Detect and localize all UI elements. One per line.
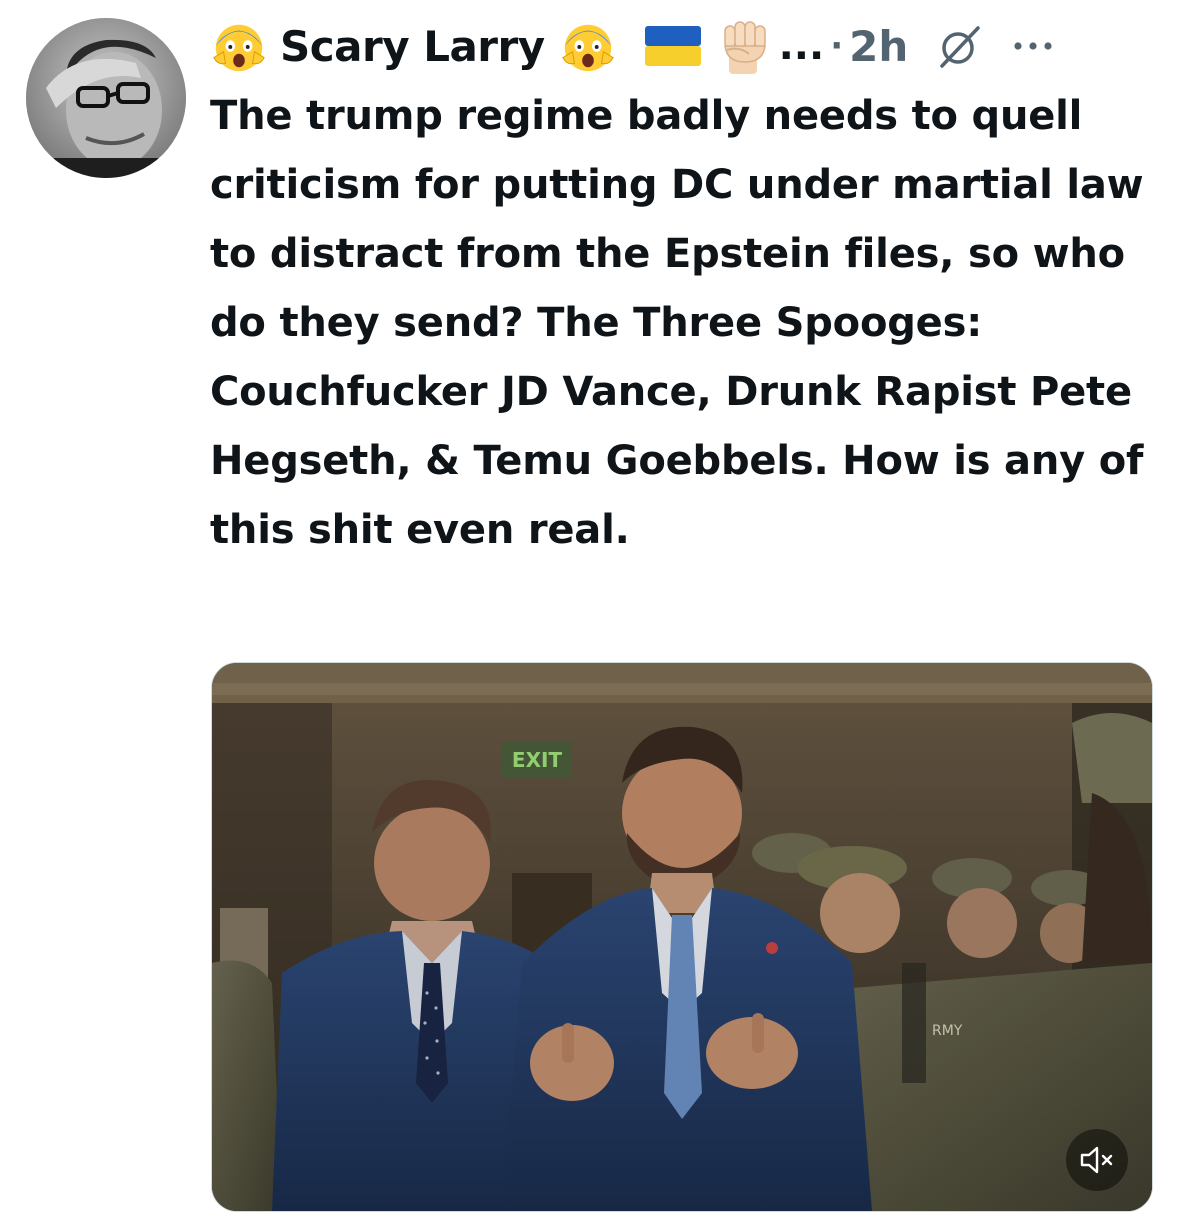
avatar-photo — [26, 18, 186, 178]
separator-dot: · — [830, 26, 844, 66]
avatar[interactable] — [26, 18, 186, 178]
scream-emoji-icon — [210, 17, 268, 75]
timestamp[interactable]: 2h — [849, 22, 908, 71]
name-truncation: ... — [778, 23, 825, 69]
ukraine-flag-icon — [644, 26, 701, 66]
raised-fist-icon — [715, 16, 775, 76]
video-frame: EXIT RMY — [212, 663, 1152, 1211]
more-options-icon[interactable] — [1010, 23, 1056, 69]
mute-toggle-button[interactable] — [1066, 1129, 1128, 1191]
grok-icon[interactable] — [936, 22, 984, 70]
scream-emoji-icon — [559, 17, 617, 75]
tweet-video[interactable]: EXIT RMY — [211, 662, 1153, 1212]
tweet-text: The trump regime badly needs to quell cr… — [210, 93, 1144, 553]
display-name[interactable]: Scary Larry — [280, 22, 545, 71]
speaker-muted-icon — [1080, 1146, 1113, 1174]
tweet-header: Scary Larry ... · 2h — [210, 14, 1160, 78]
